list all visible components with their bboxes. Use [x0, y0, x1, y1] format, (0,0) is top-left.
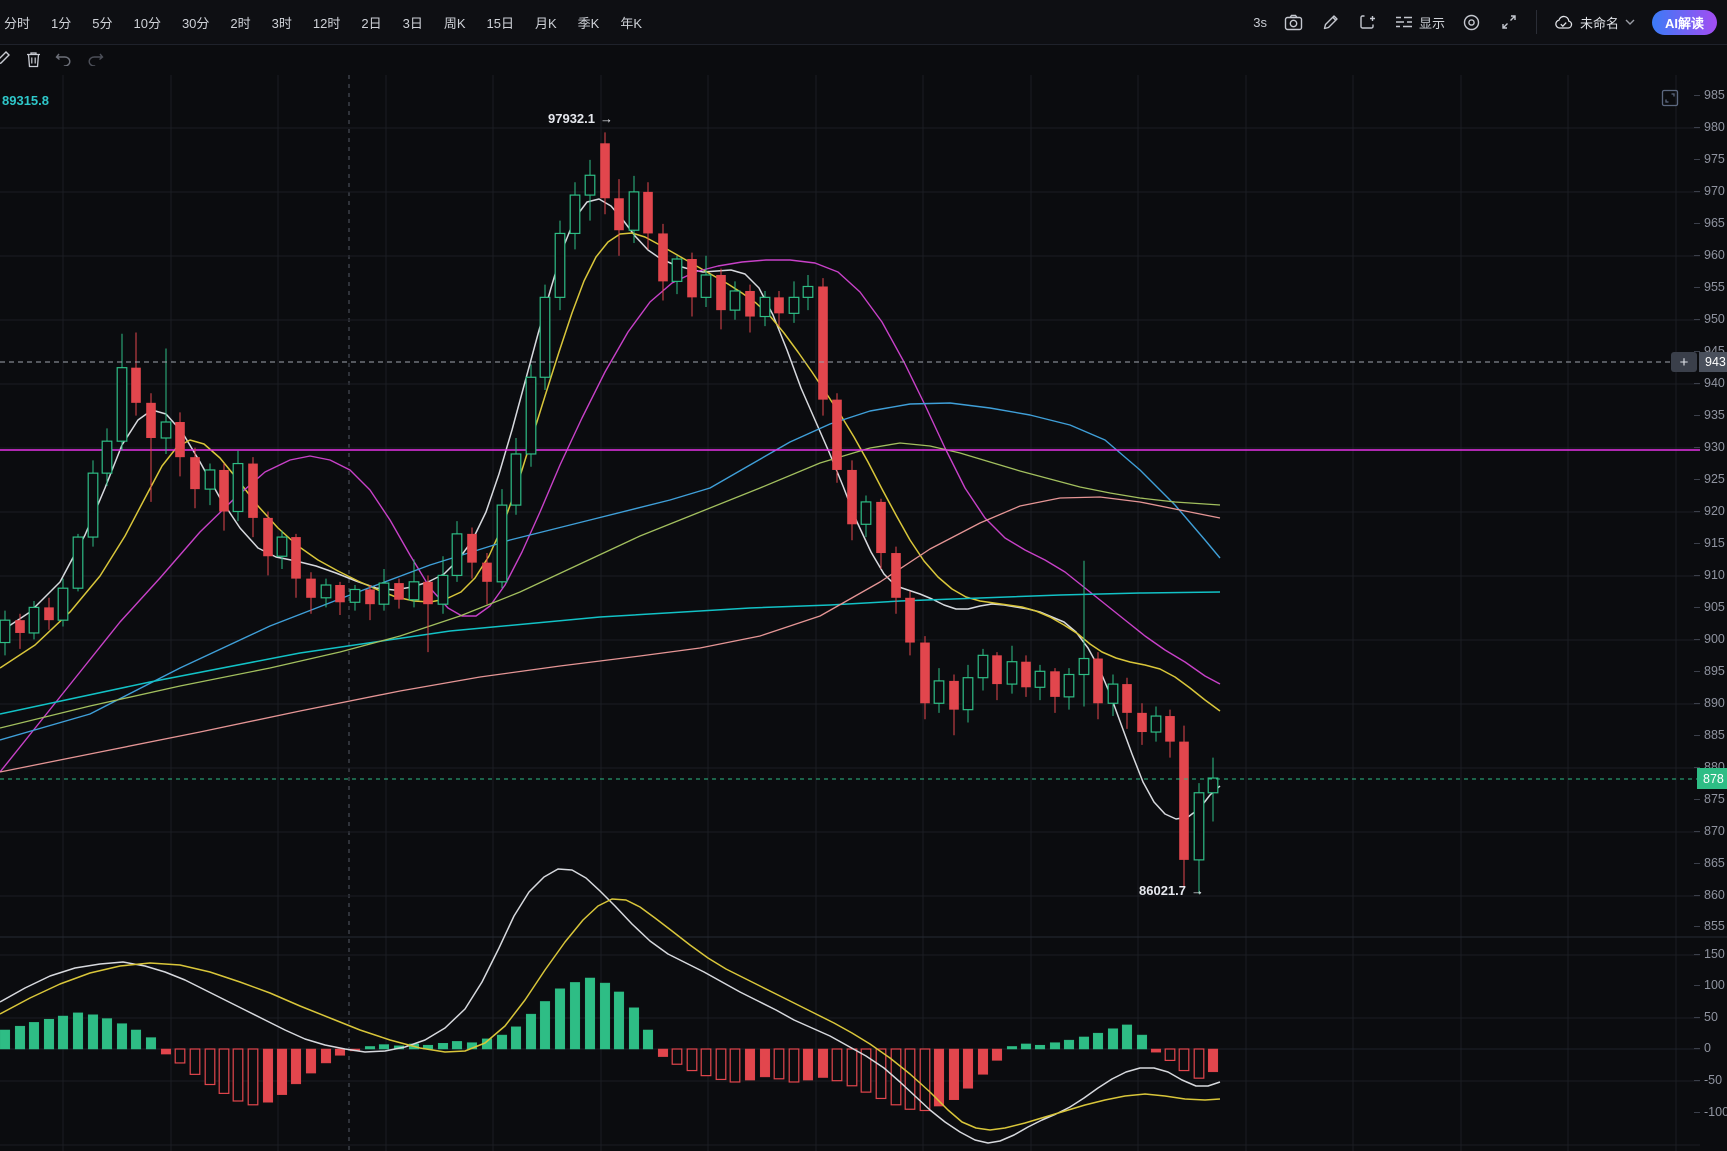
- delete-drawings-icon[interactable]: [22, 48, 44, 70]
- candles-layer: [0, 132, 1218, 893]
- axis-tick-label: 965: [1694, 216, 1725, 230]
- axis-tick-label: 980: [1694, 120, 1725, 134]
- refresh-interval-label: 3s: [1253, 15, 1267, 30]
- timeframe-1m[interactable]: 1分: [51, 13, 71, 32]
- timeframe-1mo[interactable]: 月K: [535, 13, 557, 32]
- timeframe-12h[interactable]: 12时: [313, 13, 340, 32]
- ma-magenta: [0, 260, 1220, 772]
- axis-tick-label: 150: [1694, 947, 1725, 961]
- top-toolbar: 分时 1分 5分 10分 30分 2时 3时 12时 2日 3日 周K 15日 …: [0, 0, 1727, 45]
- timeframe-2d[interactable]: 2日: [361, 13, 381, 32]
- axis-tick-label: 925: [1694, 472, 1725, 486]
- timeframe-2h[interactable]: 2时: [230, 13, 250, 32]
- axis-tick-label: 870: [1694, 824, 1725, 838]
- axis-tick-label: 920: [1694, 504, 1725, 518]
- axis-tick-label: 0: [1694, 1041, 1711, 1055]
- timeframe-10m[interactable]: 10分: [133, 13, 160, 32]
- axis-tick-label: 955: [1694, 280, 1725, 294]
- toolbar-right-group: 3s 显示 未命名: [1253, 0, 1717, 44]
- axis-tick-label: 900: [1694, 632, 1725, 646]
- timeframe-fenshi[interactable]: 分时: [4, 13, 30, 32]
- axis-tick-label: 895: [1694, 664, 1725, 678]
- drawing-toolbar: [0, 44, 106, 74]
- timeframe-3d[interactable]: 3日: [403, 13, 423, 32]
- redo-icon[interactable]: [84, 48, 106, 70]
- display-settings-button[interactable]: 显示: [1395, 13, 1445, 32]
- timeframe-year[interactable]: 年K: [620, 13, 642, 32]
- chevron-down-icon: [1625, 19, 1635, 25]
- axis-tick-label: 875: [1694, 792, 1725, 806]
- crosshair-price-badge: 943: [1699, 352, 1727, 372]
- high-price-value: 97932.1: [548, 111, 595, 126]
- moving-averages-layer: [0, 199, 1220, 819]
- axis-tick-label: 50: [1694, 1010, 1718, 1024]
- axis-tick-label: 975: [1694, 152, 1725, 166]
- axis-tick-label: 905: [1694, 600, 1725, 614]
- brush-tool-icon[interactable]: [0, 48, 13, 70]
- arrow-right-icon: →: [1191, 883, 1204, 898]
- axis-tick-label: 985: [1694, 88, 1725, 102]
- ma-yellow: [0, 233, 1220, 711]
- cloud-icon: [1554, 15, 1574, 30]
- axis-tick-label: 855: [1694, 919, 1725, 933]
- axis-tick-label: 915: [1694, 536, 1725, 550]
- add-indicator-icon[interactable]: [1358, 12, 1378, 32]
- draw-pencil-icon[interactable]: [1321, 12, 1341, 32]
- ma-salmon: [0, 497, 1220, 772]
- add-alert-plus-button[interactable]: +: [1671, 352, 1697, 372]
- candlestick-chart[interactable]: [0, 0, 1727, 1151]
- timeframe-15d[interactable]: 15日: [487, 13, 514, 32]
- axis-tick-label: 930: [1694, 440, 1725, 454]
- axis-tick-label: -50: [1694, 1073, 1722, 1087]
- undo-icon[interactable]: [53, 48, 75, 70]
- axis-tick-label: 890: [1694, 696, 1725, 710]
- axis-tick-label: 970: [1694, 184, 1725, 198]
- price-lines-layer: [0, 362, 1727, 779]
- axis-tick-label: 100: [1694, 978, 1725, 992]
- axis-tick-label: 885: [1694, 728, 1725, 742]
- ma-cyan: [0, 592, 1220, 714]
- ai-analysis-button[interactable]: AI解读: [1652, 10, 1717, 35]
- axis-tick-label: 935: [1694, 408, 1725, 422]
- timeframe-3h[interactable]: 3时: [272, 13, 292, 32]
- ma-white: [0, 199, 1220, 819]
- axis-tick-label: -100: [1694, 1105, 1727, 1119]
- maximize-pane-icon[interactable]: [1660, 88, 1680, 108]
- timeframe-30m[interactable]: 30分: [182, 13, 209, 32]
- layout-menu-button[interactable]: 未命名: [1554, 13, 1635, 32]
- low-price-value: 86021.7: [1139, 883, 1186, 898]
- timeframe-1w[interactable]: 周K: [444, 13, 466, 32]
- display-settings-label: 显示: [1419, 13, 1445, 32]
- layout-name-label: 未命名: [1580, 13, 1619, 32]
- toolbar-divider: [1536, 10, 1537, 34]
- last-price-badge: 878: [1697, 768, 1727, 789]
- list-settings-icon: [1395, 14, 1413, 30]
- axis-tick-label: 860: [1694, 888, 1725, 902]
- macd-histogram-layer: [0, 978, 1218, 1111]
- indicator-legend-value: 89315.8: [2, 93, 49, 108]
- fullscreen-icon[interactable]: [1499, 12, 1519, 32]
- arrow-right-icon: →: [600, 111, 613, 126]
- axis-tick-label: 865: [1694, 856, 1725, 870]
- timeframe-quarter[interactable]: 季K: [578, 13, 600, 32]
- axis-tick-label: 960: [1694, 248, 1725, 262]
- timeframe-5m[interactable]: 5分: [92, 13, 112, 32]
- timeframe-group: 分时 1分 5分 10分 30分 2时 3时 12时 2日 3日 周K 15日 …: [4, 13, 642, 32]
- axis-tick-label: 950: [1694, 312, 1725, 326]
- camera-icon[interactable]: [1284, 12, 1304, 32]
- axis-tick-label: 940: [1694, 376, 1725, 390]
- axis-tick-label: 910: [1694, 568, 1725, 582]
- high-price-label: 97932.1 →: [548, 111, 613, 126]
- chart-settings-icon[interactable]: [1462, 12, 1482, 32]
- trading-chart-app: 89315.8 97932.1 → 86021.7 → 985 980 975 970…: [0, 0, 1727, 1151]
- low-price-label: 86021.7 →: [1139, 883, 1204, 898]
